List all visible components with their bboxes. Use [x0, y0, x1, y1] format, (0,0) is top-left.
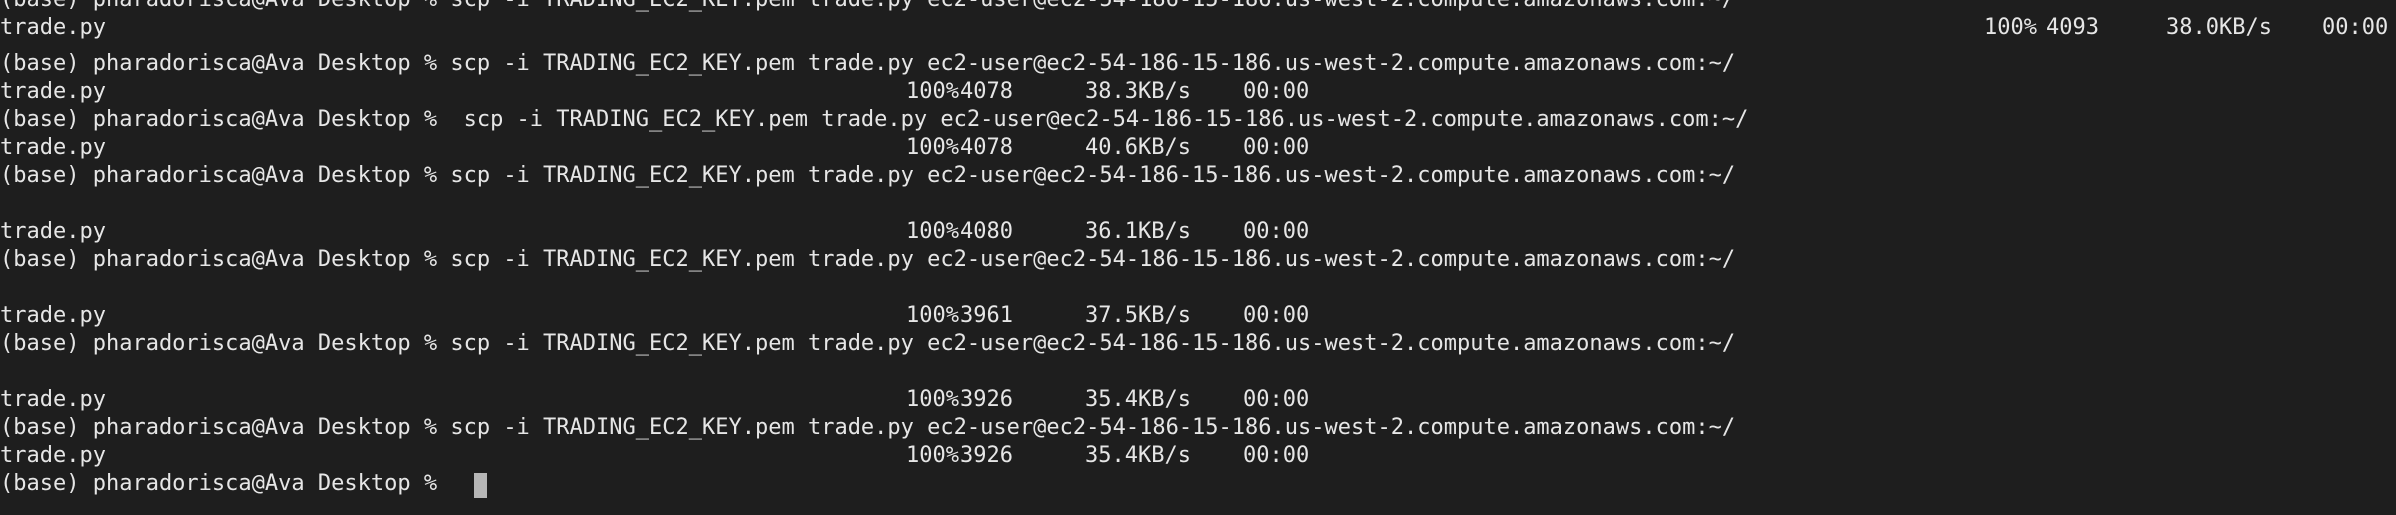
transfer-percent: 100% — [906, 219, 959, 244]
transfer-rate: 37.5KB/s — [1085, 303, 1191, 328]
transfer-line: trade.py 100% 3926 35.4KB/s 00:00 — [0, 442, 2396, 470]
transfer-bytes: 4093 — [2046, 15, 2099, 40]
command-line: (base) pharadorisca@Ava Desktop % scp -i… — [0, 162, 2396, 190]
transfer-rate: 38.0KB/s — [2166, 15, 2272, 40]
command-line: (base) pharadorisca@Ava Desktop % scp -i… — [0, 414, 2396, 442]
terminal-window[interactable]: (base) pharadorisca@Ava Desktop % scp -i… — [0, 0, 2396, 515]
transfer-time: 00:00 — [1243, 219, 1310, 244]
transfer-rate: 40.6KB/s — [1085, 135, 1191, 160]
command-text: (base) pharadorisca@Ava Desktop % scp -i… — [0, 331, 1736, 356]
command-line: (base) pharadorisca@Ava Desktop % scp -i… — [0, 0, 2396, 14]
command-text: (base) pharadorisca@Ava Desktop % scp -i… — [0, 247, 1736, 272]
transfer-percent: 100% — [1984, 15, 2037, 40]
transfer-file: trade.py — [0, 387, 106, 412]
command-text: (base) pharadorisca@Ava Desktop % scp -i… — [0, 51, 1736, 76]
transfer-line: trade.py 100% 4078 38.3KB/s 00:00 — [0, 78, 2396, 106]
transfer-line: trade.py 100% 4093 38.0KB/s 00:00 — [0, 14, 2396, 42]
transfer-time: 00:00 — [1243, 443, 1310, 468]
transfer-bytes: 4078 — [960, 79, 1013, 104]
transfer-percent: 100% — [906, 387, 959, 412]
command-line: (base) pharadorisca@Ava Desktop % scp -i… — [0, 106, 2396, 134]
active-prompt-line[interactable]: (base) pharadorisca@Ava Desktop % — [0, 470, 2396, 498]
command-line: (base) pharadorisca@Ava Desktop % scp -i… — [0, 330, 2396, 358]
transfer-time: 00:00 — [1243, 303, 1310, 328]
transfer-time: 00:00 — [1243, 135, 1310, 160]
transfer-percent: 100% — [906, 443, 959, 468]
transfer-bytes: 3926 — [960, 443, 1013, 468]
transfer-file: trade.py — [0, 219, 106, 244]
command-text: (base) pharadorisca@Ava Desktop % scp -i… — [0, 107, 1749, 132]
command-line: (base) pharadorisca@Ava Desktop % scp -i… — [0, 50, 2396, 78]
transfer-bytes: 4078 — [960, 135, 1013, 160]
transfer-file: trade.py — [0, 135, 106, 160]
transfer-time: 00:00 — [1243, 387, 1310, 412]
transfer-percent: 100% — [906, 303, 959, 328]
transfer-percent: 100% — [906, 135, 959, 160]
text-cursor — [474, 473, 487, 498]
transfer-rate: 35.4KB/s — [1085, 443, 1191, 468]
transfer-line: trade.py 100% 4080 36.1KB/s 00:00 — [0, 218, 2396, 246]
transfer-rate: 38.3KB/s — [1085, 79, 1191, 104]
transfer-bytes: 3961 — [960, 303, 1013, 328]
transfer-time: 00:00 — [2322, 15, 2389, 40]
command-text: (base) pharadorisca@Ava Desktop % scp -i… — [0, 163, 1736, 188]
transfer-percent: 100% — [906, 79, 959, 104]
transfer-file: trade.py — [0, 79, 106, 104]
command-line: (base) pharadorisca@Ava Desktop % scp -i… — [0, 246, 2396, 274]
transfer-file: trade.py — [0, 303, 106, 328]
transfer-line: trade.py 100% 3961 37.5KB/s 00:00 — [0, 302, 2396, 330]
transfer-line: trade.py 100% 4078 40.6KB/s 00:00 — [0, 134, 2396, 162]
transfer-line: trade.py 100% 3926 35.4KB/s 00:00 — [0, 386, 2396, 414]
command-text: (base) pharadorisca@Ava Desktop % scp -i… — [0, 415, 1736, 440]
transfer-time: 00:00 — [1243, 79, 1310, 104]
transfer-rate: 36.1KB/s — [1085, 219, 1191, 244]
transfer-bytes: 3926 — [960, 387, 1013, 412]
command-text: (base) pharadorisca@Ava Desktop % scp -i… — [0, 0, 1735, 14]
transfer-file: trade.py — [0, 443, 106, 468]
transfer-rate: 35.4KB/s — [1085, 387, 1191, 412]
transfer-file: trade.py — [0, 15, 106, 40]
prompt-text: (base) pharadorisca@Ava Desktop % — [0, 471, 451, 496]
transfer-bytes: 4080 — [960, 219, 1013, 244]
